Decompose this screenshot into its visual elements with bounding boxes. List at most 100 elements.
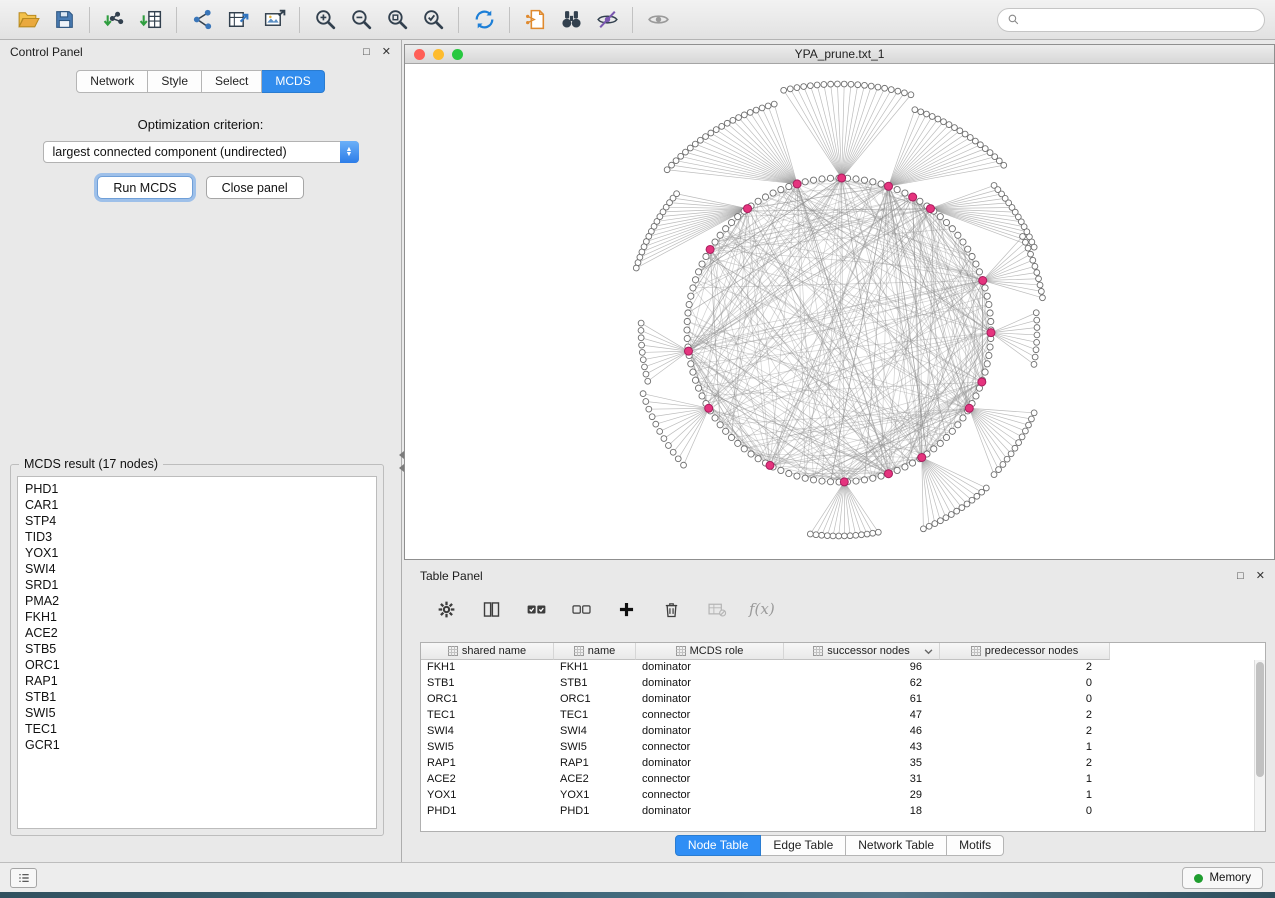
search-box[interactable] (997, 8, 1265, 32)
tab-node-table[interactable]: Node Table (675, 835, 762, 856)
mcds-result-item[interactable]: PHD1 (25, 481, 376, 497)
memory-button-label: Memory (1209, 872, 1251, 884)
maximize-window-icon[interactable] (452, 49, 463, 60)
delete-column-button[interactable] (659, 597, 683, 621)
table-cell: 1 (940, 740, 1110, 756)
column-header-label: MCDS role (690, 645, 744, 657)
scrollbar-thumb[interactable] (1256, 662, 1264, 777)
close-window-icon[interactable] (414, 49, 425, 60)
minimize-window-icon[interactable] (433, 49, 444, 60)
open-session-button[interactable] (10, 4, 46, 36)
apply-layout-button[interactable] (466, 4, 502, 36)
eye-slash-icon (595, 7, 620, 32)
save-session-button[interactable] (46, 4, 82, 36)
table-scrollbar[interactable] (1254, 660, 1265, 831)
mcds-result-item[interactable]: RAP1 (25, 673, 376, 689)
tab-style[interactable]: Style (148, 70, 202, 93)
mcds-result-item[interactable]: TEC1 (25, 721, 376, 737)
mcds-result-item[interactable]: SWI4 (25, 561, 376, 577)
new-network-button[interactable] (184, 4, 220, 36)
table-row[interactable]: STB1STB1dominator620 (421, 676, 1265, 692)
mcds-result-item[interactable]: SRD1 (25, 577, 376, 593)
run-mcds-button[interactable]: Run MCDS (97, 176, 192, 199)
table-row[interactable]: YOX1YOX1connector291 (421, 788, 1265, 804)
close-panel-icon[interactable]: ✕ (382, 47, 391, 58)
export-image-button[interactable] (256, 4, 292, 36)
network-from-table-button[interactable] (220, 4, 256, 36)
column-header-mcds-role[interactable]: MCDS role (636, 643, 784, 660)
table-cell: 61 (784, 692, 940, 708)
mcds-result-item[interactable]: STB5 (25, 641, 376, 657)
tab-motifs[interactable]: Motifs (947, 835, 1004, 856)
mcds-result-item[interactable]: SWI5 (25, 705, 376, 721)
float-panel-icon[interactable]: □ (1237, 571, 1244, 582)
refresh-icon (472, 7, 497, 32)
table-cell: 0 (940, 676, 1110, 692)
table-cell: SWI4 (421, 724, 554, 740)
zoom-fit-button[interactable] (379, 4, 415, 36)
collapse-left-icon (399, 451, 404, 459)
zoom-in-button[interactable] (307, 4, 343, 36)
import-table-button[interactable] (133, 4, 169, 36)
deselect-all-columns-button[interactable] (569, 597, 593, 621)
tab-network[interactable]: Network (76, 70, 148, 93)
table-settings-button[interactable] (434, 597, 458, 621)
hide-selected-button[interactable] (589, 4, 625, 36)
tab-mcds[interactable]: MCDS (262, 70, 324, 93)
table-row[interactable]: SWI5SWI5connector431 (421, 740, 1265, 756)
share-network-icon (190, 7, 215, 32)
mcds-result-item[interactable]: TID3 (25, 529, 376, 545)
mcds-result-item[interactable]: FKH1 (25, 609, 376, 625)
column-header-shared-name[interactable]: shared name (421, 643, 554, 660)
table-cell: STB1 (421, 676, 554, 692)
table-row[interactable]: ACE2ACE2connector311 (421, 772, 1265, 788)
column-header-name[interactable]: name (554, 643, 636, 660)
mcds-result-item[interactable]: GCR1 (25, 737, 376, 753)
table-row[interactable]: TEC1TEC1connector472 (421, 708, 1265, 724)
search-input[interactable] (1026, 12, 1255, 28)
table-row[interactable]: RAP1RAP1dominator352 (421, 756, 1265, 772)
eye-icon (646, 7, 671, 32)
show-panels-button[interactable] (10, 868, 37, 888)
float-panel-icon[interactable]: □ (363, 47, 370, 58)
criterion-dropdown[interactable]: largest connected component (undirected)… (43, 141, 359, 163)
mcds-result-list[interactable]: PHD1CAR1STP4TID3YOX1SWI4SRD1PMA2FKH1ACE2… (17, 476, 377, 829)
select-all-columns-button[interactable] (524, 597, 548, 621)
binoculars-icon (559, 7, 584, 32)
add-column-button[interactable] (614, 597, 638, 621)
tab-network-table[interactable]: Network Table (846, 835, 947, 856)
plus-icon (616, 599, 637, 620)
zoom-selected-button[interactable] (415, 4, 451, 36)
toolbar-separator (176, 7, 177, 33)
close-panel-icon[interactable]: ✕ (1256, 571, 1265, 582)
table-row[interactable]: ORC1ORC1dominator610 (421, 692, 1265, 708)
close-panel-button[interactable]: Close panel (206, 176, 304, 199)
mcds-result-item[interactable]: ORC1 (25, 657, 376, 673)
network-window-titlebar[interactable]: YPA_prune.txt_1 (405, 45, 1274, 64)
mcds-result-item[interactable]: STP4 (25, 513, 376, 529)
mcds-result-item[interactable]: PMA2 (25, 593, 376, 609)
table-cell: 0 (940, 692, 1110, 708)
table-row[interactable]: SWI4SWI4dominator462 (421, 724, 1265, 740)
checked-boxes-icon (526, 599, 547, 620)
tab-edge-table[interactable]: Edge Table (761, 835, 846, 856)
network-graph[interactable] (405, 64, 1274, 559)
import-network-button[interactable] (97, 4, 133, 36)
mcds-result-item[interactable]: STB1 (25, 689, 376, 705)
network-canvas[interactable] (405, 64, 1274, 559)
copy-style-button[interactable] (517, 4, 553, 36)
table-row[interactable]: FKH1FKH1dominator962 (421, 660, 1265, 676)
find-button[interactable] (553, 4, 589, 36)
table-row[interactable]: PHD1PHD1dominator180 (421, 804, 1265, 820)
show-all-button[interactable] (640, 4, 676, 36)
mcds-result-item[interactable]: YOX1 (25, 545, 376, 561)
mcds-result-item[interactable]: CAR1 (25, 497, 376, 513)
column-header-predecessor-nodes[interactable]: predecessor nodes (940, 643, 1110, 660)
show-columns-button[interactable] (479, 597, 503, 621)
table-cell: ORC1 (554, 692, 636, 708)
zoom-out-button[interactable] (343, 4, 379, 36)
tab-select[interactable]: Select (202, 70, 262, 93)
column-header-successor-nodes[interactable]: successor nodes (784, 643, 940, 660)
mcds-result-item[interactable]: ACE2 (25, 625, 376, 641)
memory-button[interactable]: Memory (1182, 867, 1263, 889)
